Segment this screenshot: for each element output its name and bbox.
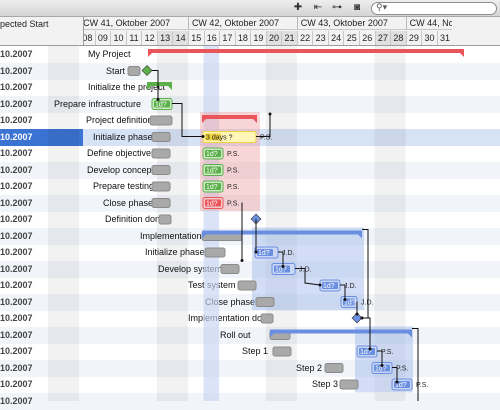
summary-bar[interactable] (148, 49, 464, 53)
dependency-arrowhead (318, 283, 322, 287)
expected-start-header: pected Start (0, 19, 49, 29)
baseline-bar (237, 280, 257, 291)
task-duration: 1d? (206, 168, 218, 175)
task-duration: 1d? (206, 151, 218, 158)
task-duration: 1d? (206, 201, 218, 208)
baseline-bar (151, 198, 171, 208)
summary-bar[interactable] (270, 329, 412, 334)
gantt-chart: 1d? 3 days ? P.S. 1d? P.S. 1d? P.S. 1d? P.S. 1d? P… (127, 49, 464, 401)
week-header: CW 43, Oktober 2007 (296, 17, 406, 30)
dependency-arrowhead (201, 135, 205, 138)
day-header: 13 (156, 31, 173, 45)
phase-shading (200, 112, 260, 211)
task-duration: 3 days ? (206, 135, 233, 142)
baseline-bar (220, 264, 240, 274)
baseline-bar (339, 379, 359, 390)
baseline-bar (151, 132, 171, 142)
week-header: CW 42, Oktober 2007 (187, 17, 297, 30)
baseline-bar (324, 363, 344, 373)
day-header: 17 (219, 31, 235, 45)
baseline-bar (149, 115, 173, 126)
day-header: 29 (405, 31, 422, 45)
day-header: 14 (172, 31, 188, 45)
baseline-bar (158, 214, 172, 225)
toolbar: ✚ ⇤ ⊶ ◙ ⚲▾ (0, 0, 500, 17)
task-resource: J.D. (282, 250, 295, 257)
task-resource: P.S. (381, 349, 393, 356)
baseline-bar (151, 148, 171, 159)
task-resource: P.S. (227, 168, 239, 175)
baseline-bar (151, 165, 171, 175)
task-resource: P.S. (227, 151, 239, 158)
dependency-arrowhead (380, 364, 384, 367)
task-duration: 1d? (275, 267, 287, 274)
day-header: 18 (234, 31, 251, 45)
day-header: 26 (359, 31, 375, 45)
task-resource: P.S. (227, 184, 239, 191)
day-header: 27 (374, 31, 391, 45)
dependency-arrowhead (355, 312, 359, 316)
day-header: 20 (265, 31, 282, 45)
dependency-link (172, 103, 203, 137)
dependency-arrowhead (156, 98, 160, 101)
day-header: 21 (281, 31, 297, 45)
summary-bar[interactable] (202, 115, 257, 119)
day-header: 16 (203, 31, 220, 45)
column-header[interactable]: pected Start (0, 17, 84, 45)
milestone-diamond[interactable] (141, 65, 153, 76)
dependency-arrowhead (268, 112, 272, 116)
day-header: 09 (94, 31, 111, 45)
task-resource: P.S. (260, 135, 272, 142)
day-header: 15 (187, 31, 204, 45)
day-header: 22 (296, 31, 313, 45)
link-icon[interactable]: ⊶ (330, 2, 344, 14)
day-header: 10 (110, 31, 126, 45)
baseline-bar (272, 346, 292, 357)
search-input[interactable]: ⚲▾ (371, 2, 497, 15)
camera-icon[interactable]: ◙ (350, 2, 364, 14)
day-header: 30 (421, 31, 437, 45)
summary-bar[interactable] (202, 230, 362, 235)
task-duration: 1d? (375, 366, 387, 373)
task-resource: P.S. (227, 201, 239, 208)
task-duration: 1d? (323, 283, 335, 290)
dependency-arrowhead (240, 259, 244, 262)
baseline-bar (260, 313, 274, 324)
dependency-arrowhead (395, 380, 399, 384)
dependency-arrowhead (281, 265, 285, 268)
week-header: CW 44, Nove (405, 17, 453, 30)
day-header: 25 (343, 31, 359, 45)
day-header: 11 (125, 31, 142, 45)
indent-outdent-icon[interactable]: ⇤ (310, 2, 326, 14)
dependency-arrowhead (254, 250, 258, 254)
day-header: 24 (327, 31, 344, 45)
baseline-bar (151, 181, 171, 192)
baseline-bar (255, 297, 275, 307)
day-header: 31 (436, 31, 453, 45)
search-icon: ⚲▾ (376, 2, 388, 12)
baseline-bar (127, 66, 141, 76)
task-duration: 1d? (155, 102, 167, 109)
task-duration: 1d? (258, 250, 270, 257)
dependency-arrowhead (368, 347, 372, 351)
dependency-arrowhead (343, 298, 347, 301)
day-header: 23 (312, 31, 328, 45)
day-header: 12 (141, 31, 157, 45)
task-duration: 1d? (206, 184, 218, 191)
day-header: 28 (390, 31, 406, 45)
task-resource: J.D. (344, 283, 357, 290)
add-icon[interactable]: ✚ (292, 2, 304, 14)
summary-bar[interactable] (147, 82, 172, 86)
week-header: CW 41, Oktober 2007 (79, 17, 188, 30)
baseline-bar (204, 247, 226, 258)
task-resource: P.S. (396, 366, 408, 373)
task-resource: J.D. (361, 300, 374, 307)
day-header: 19 (250, 31, 266, 45)
